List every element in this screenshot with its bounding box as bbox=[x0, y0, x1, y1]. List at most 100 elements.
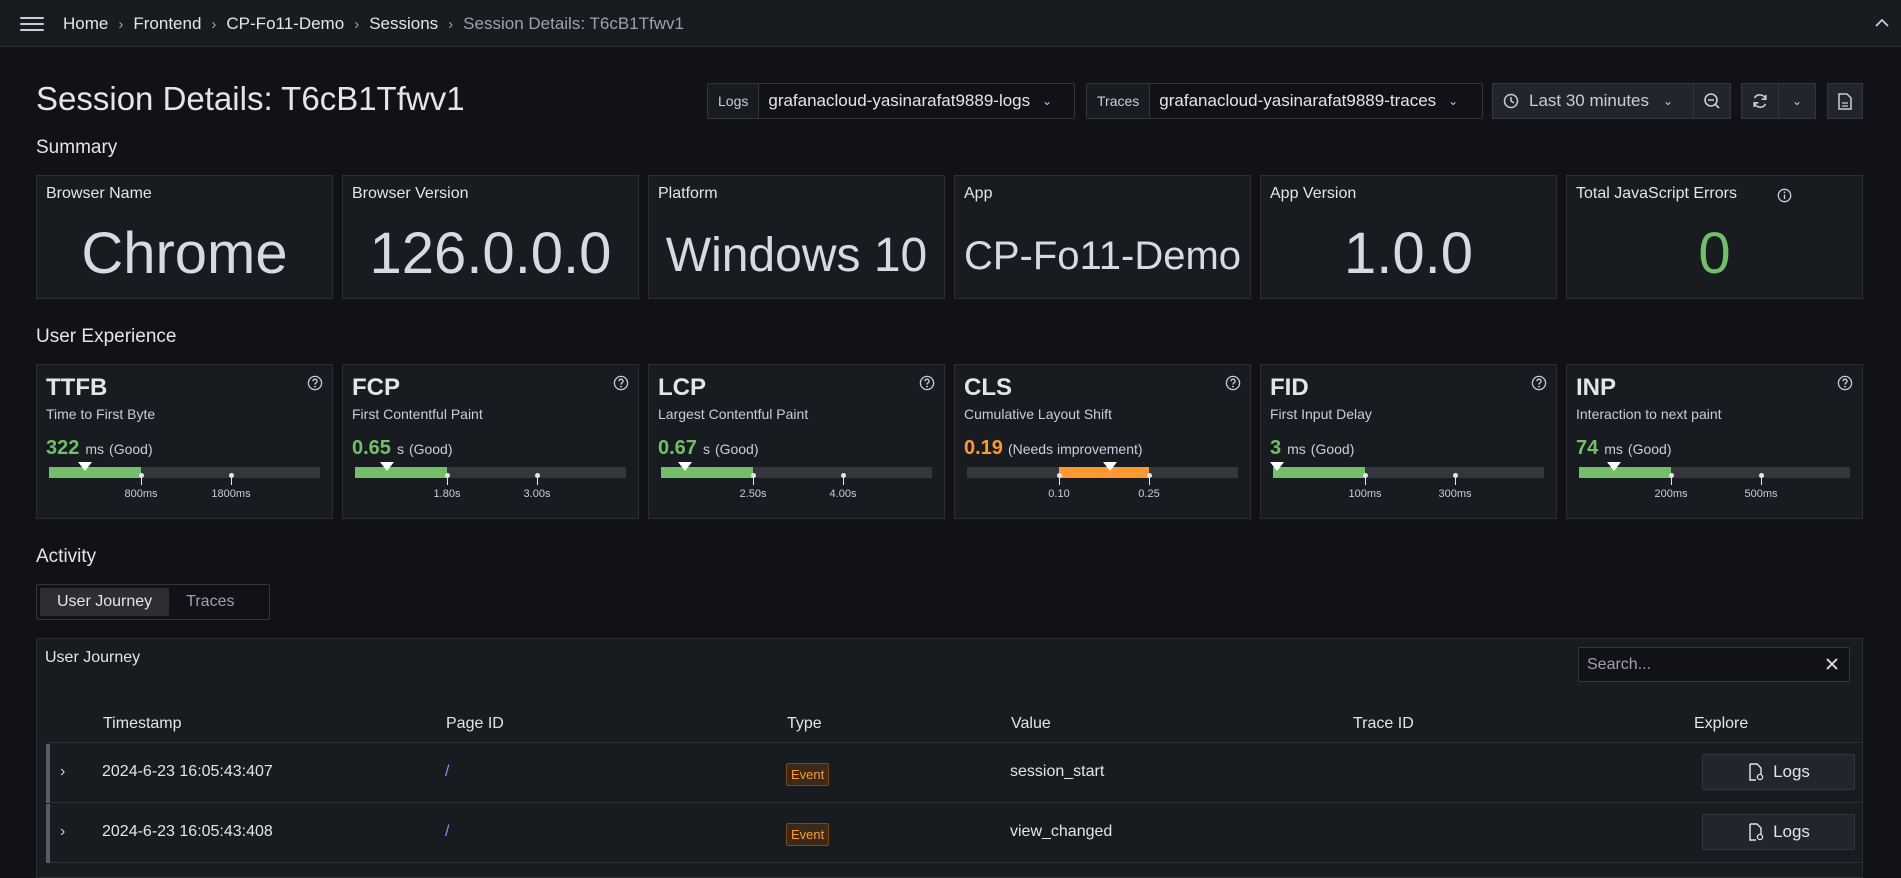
threshold-label: 0.10 bbox=[1048, 488, 1070, 500]
export-controls bbox=[1827, 83, 1863, 119]
stat-title: Browser Name bbox=[46, 185, 152, 202]
refresh-interval-dropdown[interactable]: ⌄ bbox=[1779, 83, 1816, 119]
vital-unit: ms bbox=[85, 441, 105, 457]
tab-traces[interactable]: Traces bbox=[169, 588, 251, 616]
clock-icon bbox=[1503, 93, 1519, 109]
cell-value: session_start bbox=[1010, 763, 1105, 780]
threshold-tick bbox=[229, 473, 234, 485]
gauge-marker bbox=[1270, 462, 1284, 471]
info-icon[interactable] bbox=[1777, 188, 1792, 203]
vital-gauge bbox=[355, 462, 626, 478]
breadcrumb-current: Session Details: T6cB1Tfwv1 bbox=[463, 14, 684, 33]
vital-card-fid: FID First Input Delay 3 ms (Good) 100ms … bbox=[1260, 364, 1557, 519]
vital-value: 322 bbox=[46, 437, 80, 459]
help-icon[interactable] bbox=[307, 375, 323, 391]
threshold-label: 2.50s bbox=[739, 488, 767, 500]
cell-value: view_changed bbox=[1010, 823, 1113, 840]
chevron-down-icon: ⌄ bbox=[1448, 94, 1459, 108]
column-timestamp[interactable]: Timestamp bbox=[103, 715, 182, 733]
chevron-right-icon[interactable]: › bbox=[60, 823, 65, 841]
threshold-tick bbox=[535, 473, 540, 485]
help-icon[interactable] bbox=[919, 375, 935, 391]
column-value[interactable]: Value bbox=[1011, 715, 1051, 733]
vital-abbr: LCP bbox=[658, 374, 706, 401]
vital-abbr: TTFB bbox=[46, 374, 108, 401]
help-icon[interactable] bbox=[1531, 375, 1547, 391]
vital-rating: (Good) bbox=[408, 441, 453, 457]
stat-app-version: App Version 1.0.0 bbox=[1260, 175, 1557, 299]
explore-logs-button[interactable]: Logs bbox=[1702, 754, 1855, 790]
chevron-right-icon: › bbox=[118, 15, 124, 33]
help-icon[interactable] bbox=[613, 375, 629, 391]
refresh-button[interactable] bbox=[1741, 83, 1779, 119]
threshold-tick bbox=[1759, 473, 1764, 485]
traces-datasource-picker[interactable]: Traces grafanacloud-yasinarafat9889-trac… bbox=[1086, 83, 1483, 119]
vital-value: 74 bbox=[1576, 437, 1599, 459]
breadcrumb-frontend[interactable]: Frontend bbox=[133, 14, 201, 34]
threshold-label: 4.00s bbox=[829, 488, 857, 500]
stat-app: App CP-Fo11-Demo bbox=[954, 175, 1251, 299]
zoom-out-button[interactable] bbox=[1694, 83, 1731, 119]
logs-button-label: Logs bbox=[1773, 822, 1810, 841]
column-page-id[interactable]: Page ID bbox=[446, 715, 504, 733]
stat-platform: Platform Windows 10 bbox=[648, 175, 945, 299]
logs-picker-label: Logs bbox=[708, 84, 760, 118]
vital-unit: ms bbox=[1287, 441, 1306, 457]
vital-abbr: FID bbox=[1270, 374, 1309, 401]
vital-gauge bbox=[1270, 462, 1544, 478]
table-row: › 2024-6-23 16:05:43:407 / Event session… bbox=[46, 744, 1862, 803]
logs-button-label: Logs bbox=[1773, 762, 1810, 781]
traces-picker-value: grafanacloud-yasinarafat9889-traces bbox=[1159, 91, 1437, 110]
breadcrumb: Home › Frontend › CP-Fo11-Demo › Session… bbox=[63, 14, 684, 34]
column-type[interactable]: Type bbox=[787, 715, 822, 733]
close-icon[interactable] bbox=[1825, 657, 1839, 671]
gauge-marker bbox=[678, 462, 692, 471]
vital-gauge bbox=[967, 462, 1238, 478]
logs-datasource-picker[interactable]: Logs grafanacloud-yasinarafat9889-logs ⌄ bbox=[707, 83, 1075, 119]
chevron-right-icon: › bbox=[211, 15, 217, 33]
help-icon[interactable] bbox=[1225, 375, 1241, 391]
vital-value: 0.67 bbox=[658, 437, 697, 459]
export-button[interactable] bbox=[1827, 83, 1863, 119]
threshold-tick bbox=[1147, 473, 1152, 485]
tab-user-journey[interactable]: User Journey bbox=[40, 588, 170, 616]
chevron-right-icon[interactable]: › bbox=[60, 763, 65, 781]
vital-card-inp: INP Interaction to next paint 74 ms (Goo… bbox=[1566, 364, 1863, 519]
chevron-down-icon: ⌄ bbox=[1663, 94, 1674, 108]
threshold-label: 1800ms bbox=[211, 488, 251, 500]
explore-logs-button[interactable]: Logs bbox=[1702, 814, 1855, 850]
activity-tabs: User Journey Traces bbox=[36, 584, 270, 620]
help-icon[interactable] bbox=[1837, 375, 1853, 391]
vital-gauge bbox=[49, 462, 320, 478]
row-indicator bbox=[46, 804, 50, 863]
vital-rating: (Good) bbox=[1310, 441, 1355, 457]
cell-page-id[interactable]: / bbox=[445, 763, 449, 781]
column-trace-id[interactable]: Trace ID bbox=[1353, 715, 1414, 733]
threshold-label: 200ms bbox=[1654, 488, 1688, 500]
vital-rating: (Good) bbox=[714, 441, 759, 457]
chevron-right-icon: › bbox=[448, 15, 454, 33]
threshold-label: 800ms bbox=[124, 488, 158, 500]
search-input[interactable] bbox=[1587, 654, 1807, 676]
menu-icon[interactable] bbox=[20, 15, 44, 33]
cell-page-id[interactable]: / bbox=[445, 823, 449, 841]
vital-unit: s bbox=[396, 441, 404, 457]
threshold-label: 3.00s bbox=[523, 488, 551, 500]
row-indicator bbox=[46, 744, 50, 803]
threshold-label: 0.25 bbox=[1138, 488, 1160, 500]
activity-title: Activity bbox=[36, 546, 97, 567]
time-range-picker[interactable]: Last 30 minutes ⌄ bbox=[1492, 83, 1694, 119]
breadcrumb-home[interactable]: Home bbox=[63, 14, 108, 34]
threshold-tick bbox=[751, 473, 756, 485]
chevron-up-icon[interactable] bbox=[1873, 14, 1891, 32]
stat-title: App bbox=[964, 185, 993, 202]
breadcrumb-sessions[interactable]: Sessions bbox=[369, 14, 438, 34]
vital-reading: 3 ms (Good) bbox=[1270, 437, 1354, 460]
vital-name: First Contentful Paint bbox=[352, 406, 483, 422]
breadcrumb-app[interactable]: CP-Fo11-Demo bbox=[226, 14, 344, 34]
gauge-fill bbox=[49, 467, 141, 478]
chevron-down-icon: ⌄ bbox=[1042, 94, 1053, 108]
vital-value: 0.19 bbox=[964, 437, 1003, 459]
vital-abbr: FCP bbox=[352, 374, 400, 401]
traces-picker-value-wrap: grafanacloud-yasinarafat9889-traces ⌄ bbox=[1150, 84, 1468, 118]
